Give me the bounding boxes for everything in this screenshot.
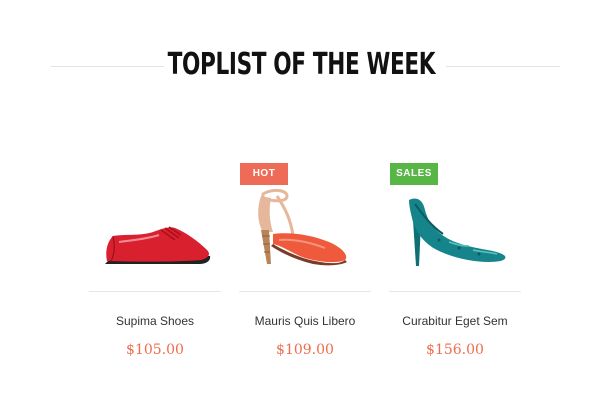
red-oxford-shoe-image [105, 226, 211, 264]
product-divider [89, 291, 221, 292]
product-name[interactable]: Supima Shoes [79, 313, 231, 329]
product-price: $109.00 [276, 342, 334, 358]
heading-divider-right [446, 66, 560, 67]
product-divider [239, 291, 371, 292]
product-price: $105.00 [126, 342, 184, 358]
product-name[interactable]: Mauris Quis Libero [229, 313, 381, 329]
product-price: $156.00 [426, 342, 484, 358]
product-card[interactable]: Supima Shoes $105.00 [89, 160, 221, 370]
product-image[interactable] [89, 160, 221, 290]
product-divider [389, 291, 521, 292]
hot-badge: HOT [240, 163, 288, 185]
product-card[interactable]: SALES Curabitur Eget Sem $156.00 [389, 160, 521, 370]
sales-badge: SALES [390, 163, 438, 185]
product-name[interactable]: Curabitur Eget Sem [379, 313, 531, 329]
section-title: TOPLIST OF THE WEEK [167, 47, 436, 82]
product-card[interactable]: HOT Mauris Quis Libero $109.00 [239, 160, 371, 370]
section-heading: TOPLIST OF THE WEEK [0, 38, 600, 94]
